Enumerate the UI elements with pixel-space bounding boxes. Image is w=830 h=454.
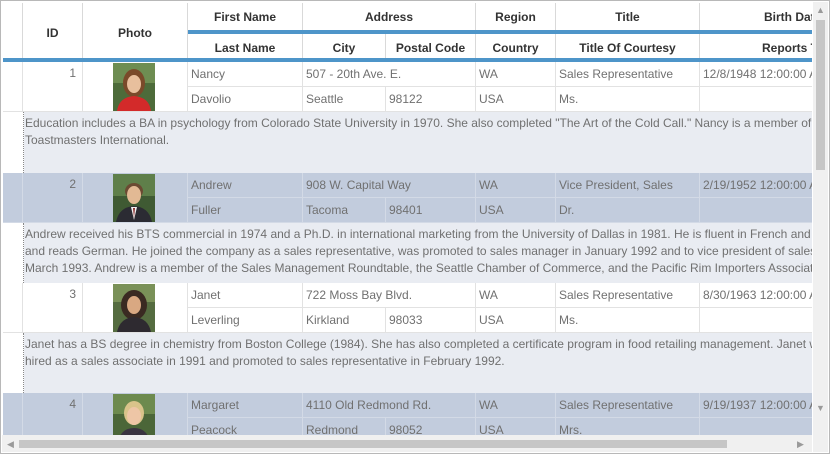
header-band-divider <box>188 30 812 34</box>
cell-postal-code[interactable]: 98033 <box>386 308 476 333</box>
cell-region[interactable]: WA <box>476 173 556 198</box>
scroll-right-arrow-icon[interactable]: ▶ <box>797 439 804 449</box>
cell-title-of-courtesy[interactable]: Mrs. <box>556 418 700 435</box>
cell-country[interactable]: USA <box>476 87 556 112</box>
cell-photo[interactable] <box>83 393 188 435</box>
column-header-id[interactable]: ID <box>23 3 83 62</box>
column-header-region[interactable]: Region <box>476 3 556 30</box>
employee-photo <box>113 174 155 222</box>
column-header-photo[interactable]: Photo <box>83 3 188 62</box>
row-preview: Education includes a BA in psychology fr… <box>3 112 812 173</box>
cell-region[interactable]: WA <box>476 393 556 418</box>
grid-header: ID Photo First Name Last Name Address Ci… <box>3 3 812 62</box>
horizontal-scroll-thumb[interactable] <box>19 440 727 448</box>
preview-notes: Education includes a BA in psychology fr… <box>25 116 812 147</box>
cell-id[interactable]: 1 <box>23 62 83 112</box>
horizontal-scrollbar[interactable]: ◀ ▶ <box>2 435 812 452</box>
cell-country[interactable]: USA <box>476 308 556 333</box>
cell-address[interactable]: 507 - 20th Ave. E. <box>303 62 476 87</box>
preview-indicator <box>3 333 24 393</box>
column-header-birth-date[interactable]: Birth Date <box>700 3 812 30</box>
cell-postal-code[interactable]: 98052 <box>386 418 476 435</box>
row-preview: Andrew received his BTS commercial in 19… <box>3 223 812 283</box>
cell-photo[interactable] <box>83 173 188 223</box>
cell-last-name[interactable]: Fuller <box>188 198 303 223</box>
row-preview: Janet has a BS degree in chemistry from … <box>3 333 812 393</box>
vertical-scrollbar[interactable]: ▲ ▼ <box>813 2 828 435</box>
cell-title[interactable]: Sales Representative <box>556 62 700 87</box>
employee-photo <box>113 284 155 332</box>
preview-indicator <box>3 112 24 173</box>
cell-country[interactable]: USA <box>476 198 556 223</box>
cell-city[interactable]: Tacoma <box>303 198 386 223</box>
cell-address[interactable]: 908 W. Capital Way <box>303 173 476 198</box>
scroll-up-arrow-icon[interactable]: ▲ <box>816 5 825 15</box>
row-indicator[interactable] <box>3 393 23 435</box>
cell-birth-date[interactable]: 2/19/1952 12:00:00 AM <box>700 173 812 198</box>
cell-birth-date[interactable]: 8/30/1963 12:00:00 AM <box>700 283 812 308</box>
cell-reports-to[interactable] <box>700 198 812 223</box>
row-indicator[interactable] <box>3 173 23 223</box>
cell-id[interactable]: 3 <box>23 283 83 333</box>
grid-viewport: ID Photo First Name Last Name Address Ci… <box>3 3 812 435</box>
cell-birth-date[interactable]: 9/19/1937 12:00:00 AM <box>700 393 812 418</box>
table-row[interactable]: 1 Nancy Davolio 507 - 20th Ave. E. Seatt… <box>3 62 812 112</box>
cell-photo[interactable] <box>83 283 188 333</box>
scroll-down-arrow-icon[interactable]: ▼ <box>816 403 825 413</box>
cell-reports-to[interactable] <box>700 418 812 435</box>
preview-notes: Janet has a BS degree in chemistry from … <box>25 337 812 368</box>
cell-first-name[interactable]: Janet <box>188 283 303 308</box>
scrollbar-corner <box>813 435 828 452</box>
cell-title-of-courtesy[interactable]: Ms. <box>556 87 700 112</box>
cell-id[interactable]: 4 <box>23 393 83 435</box>
cell-first-name[interactable]: Andrew <box>188 173 303 198</box>
cell-last-name[interactable]: Peacock <box>188 418 303 435</box>
cell-postal-code[interactable]: 98401 <box>386 198 476 223</box>
cell-city[interactable]: Kirkland <box>303 308 386 333</box>
scroll-left-arrow-icon[interactable]: ◀ <box>7 439 14 449</box>
column-header-title[interactable]: Title <box>556 3 700 30</box>
cell-id[interactable]: 2 <box>23 173 83 223</box>
cell-address[interactable]: 722 Moss Bay Blvd. <box>303 283 476 308</box>
cell-last-name[interactable]: Davolio <box>188 87 303 112</box>
table-row[interactable]: 2 Andrew Fuller 908 W. Capital Way Tacom… <box>3 173 812 223</box>
cell-title[interactable]: Sales Representative <box>556 283 700 308</box>
employee-grid: ID Photo First Name Last Name Address Ci… <box>0 0 830 454</box>
cell-address[interactable]: 4110 Old Redmond Rd. <box>303 393 476 418</box>
cell-birth-date[interactable]: 12/8/1948 12:00:00 AM <box>700 62 812 87</box>
cell-reports-to[interactable] <box>700 87 812 112</box>
cell-postal-code[interactable]: 98122 <box>386 87 476 112</box>
table-row[interactable]: 4 Margaret Peacock 4110 Old Redmond Rd. … <box>3 393 812 435</box>
cell-region[interactable]: WA <box>476 283 556 308</box>
preview-indicator <box>3 223 24 283</box>
preview-notes: Andrew received his BTS commercial in 19… <box>25 227 812 275</box>
cell-title-of-courtesy[interactable]: Dr. <box>556 198 700 223</box>
row-indicator[interactable] <box>3 62 23 112</box>
employee-photo <box>113 394 155 435</box>
employee-photo <box>113 63 155 111</box>
cell-title[interactable]: Vice President, Sales <box>556 173 700 198</box>
cell-first-name[interactable]: Nancy <box>188 62 303 87</box>
cell-title-of-courtesy[interactable]: Ms. <box>556 308 700 333</box>
cell-country[interactable]: USA <box>476 418 556 435</box>
cell-title[interactable]: Sales Representative <box>556 393 700 418</box>
cell-first-name[interactable]: Margaret <box>188 393 303 418</box>
cell-photo[interactable] <box>83 62 188 112</box>
cell-reports-to[interactable] <box>700 308 812 333</box>
row-indicator[interactable] <box>3 283 23 333</box>
row-indicator-header <box>3 3 23 62</box>
column-header-address[interactable]: Address <box>303 3 476 30</box>
cell-last-name[interactable]: Leverling <box>188 308 303 333</box>
cell-city[interactable]: Redmond <box>303 418 386 435</box>
cell-city[interactable]: Seattle <box>303 87 386 112</box>
column-header-first-name[interactable]: First Name <box>188 3 303 30</box>
table-row[interactable]: 3 Janet Leverling 722 Moss Bay Blvd. Kir… <box>3 283 812 333</box>
vertical-scroll-thumb[interactable] <box>816 20 825 170</box>
cell-region[interactable]: WA <box>476 62 556 87</box>
